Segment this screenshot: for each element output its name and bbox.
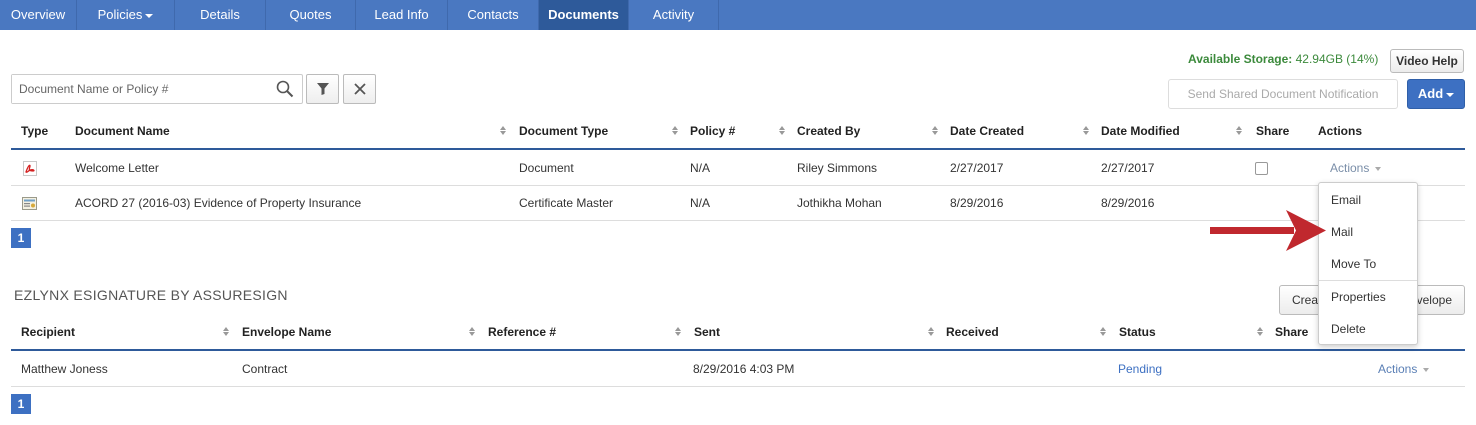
col-created-by[interactable]: Created By (797, 114, 860, 148)
sort-icon[interactable] (469, 327, 475, 336)
document-type: Document (519, 161, 574, 175)
storage-label: Available Storage: (1188, 52, 1293, 66)
storage-value: 42.94GB (14%) (1295, 52, 1379, 66)
document-name[interactable]: ACORD 27 (2016-03) Evidence of Property … (75, 186, 361, 220)
table-row[interactable]: Matthew Joness Contract 8/29/2016 4:03 P… (11, 352, 1465, 387)
create-envelope-label-start: Crea (1292, 293, 1319, 307)
actions-label: Actions (1378, 362, 1418, 376)
documents-table-header: Type Document Name Document Type Policy … (11, 114, 1465, 150)
documents-page-1[interactable]: 1 (11, 228, 31, 248)
policy-number: N/A (690, 196, 711, 210)
date-created: 8/29/2016 (950, 196, 1004, 210)
created-by: Jothikha Mohan (797, 196, 882, 210)
col-received[interactable]: Received (946, 315, 999, 349)
esignature-page-1[interactable]: 1 (11, 394, 31, 414)
share-checkbox[interactable] (1255, 162, 1268, 175)
search-box (11, 74, 303, 104)
tab-details[interactable]: Details (175, 0, 266, 30)
sort-icon[interactable] (1257, 327, 1263, 336)
pdf-icon (23, 161, 37, 176)
col-share: Share (1256, 124, 1290, 138)
menu-item-email[interactable]: Email (1331, 193, 1361, 207)
actions-dropdown[interactable]: Actions (1330, 151, 1382, 185)
sort-icon[interactable] (1083, 126, 1089, 135)
sort-icon[interactable] (500, 126, 506, 135)
close-icon (353, 83, 366, 95)
col-envelope-name[interactable]: Envelope Name (242, 315, 331, 349)
add-label: Add (1417, 86, 1444, 101)
tab-contacts[interactable]: Contacts (448, 0, 539, 30)
col-document-name[interactable]: Document Name (75, 114, 170, 148)
caret-down-icon (1375, 166, 1382, 171)
created-by: Riley Simmons (797, 161, 878, 175)
top-nav: Overview Policies Details Quotes Lead In… (0, 0, 1476, 30)
actions-dropdown[interactable]: Actions (1378, 352, 1430, 386)
search-input[interactable] (12, 75, 262, 103)
tab-policies-label: Policies (97, 7, 143, 22)
filter-button[interactable] (306, 74, 339, 104)
col-date-created[interactable]: Date Created (950, 114, 1024, 148)
send-shared-notification-button[interactable]: Send Shared Document Notification (1168, 79, 1398, 109)
filter-icon (316, 83, 329, 95)
sort-icon[interactable] (223, 327, 229, 336)
actions-menu: Email Mail Move To Properties Delete (1318, 182, 1418, 345)
tab-lead-info[interactable]: Lead Info (356, 0, 448, 30)
date-modified: 8/29/2016 (1101, 196, 1155, 210)
sort-icon[interactable] (928, 327, 934, 336)
actions-label: Actions (1330, 161, 1370, 175)
sent-date: 8/29/2016 4:03 PM (693, 362, 795, 376)
esignature-table-header: Recipient Envelope Name Reference # Sent… (11, 315, 1465, 351)
esignature-section-title: EZLYNX ESIGNATURE BY ASSURESIGN (14, 287, 288, 303)
col-recipient[interactable]: Recipient (21, 315, 75, 349)
sort-icon[interactable] (675, 327, 681, 336)
col-actions: Actions (1318, 124, 1363, 138)
envelope-name[interactable]: Contract (242, 352, 287, 386)
col-document-type[interactable]: Document Type (519, 114, 608, 148)
col-policy[interactable]: Policy # (690, 114, 735, 148)
recipient: Matthew Joness (21, 362, 108, 376)
table-row[interactable]: Welcome Letter Document N/A Riley Simmon… (11, 151, 1465, 186)
menu-divider (1319, 280, 1417, 281)
sort-icon[interactable] (932, 126, 938, 135)
tab-policies[interactable]: Policies (77, 0, 175, 30)
menu-item-properties[interactable]: Properties (1331, 290, 1386, 304)
sort-icon[interactable] (672, 126, 678, 135)
col-reference[interactable]: Reference # (488, 315, 556, 349)
col-date-modified[interactable]: Date Modified (1101, 114, 1180, 148)
col-type[interactable]: Type (21, 114, 48, 148)
document-type: Certificate Master (519, 196, 614, 210)
certificate-icon (22, 197, 37, 210)
date-created: 2/27/2017 (950, 161, 1004, 175)
tab-activity[interactable]: Activity (629, 0, 719, 30)
tab-overview[interactable]: Overview (0, 0, 77, 30)
document-name[interactable]: Welcome Letter (75, 151, 159, 185)
create-envelope-label-end: velope (1416, 293, 1452, 307)
add-button[interactable]: Add (1407, 79, 1465, 109)
tab-quotes[interactable]: Quotes (266, 0, 356, 30)
col-status[interactable]: Status (1119, 315, 1156, 349)
menu-item-delete[interactable]: Delete (1331, 322, 1366, 336)
available-storage: Available Storage: 42.94GB (14%) (1188, 52, 1378, 66)
sort-icon[interactable] (1100, 327, 1106, 336)
pointer-arrow-icon (1210, 210, 1326, 251)
caret-down-icon (145, 13, 154, 18)
col-share: Share (1275, 325, 1309, 339)
caret-down-icon (1423, 367, 1430, 372)
date-modified: 2/27/2017 (1101, 161, 1155, 175)
search-icon[interactable] (276, 80, 294, 98)
policy-number: N/A (690, 161, 711, 175)
col-sent[interactable]: Sent (694, 315, 720, 349)
sort-icon[interactable] (1236, 126, 1242, 135)
tab-documents[interactable]: Documents (539, 0, 629, 30)
sort-icon[interactable] (779, 126, 785, 135)
video-help-button[interactable]: Video Help (1390, 49, 1464, 73)
caret-down-icon (1446, 92, 1455, 97)
clear-filter-button[interactable] (343, 74, 376, 104)
status-pending[interactable]: Pending (1118, 352, 1162, 386)
menu-item-move-to[interactable]: Move To (1331, 257, 1376, 271)
menu-item-mail[interactable]: Mail (1331, 225, 1353, 239)
